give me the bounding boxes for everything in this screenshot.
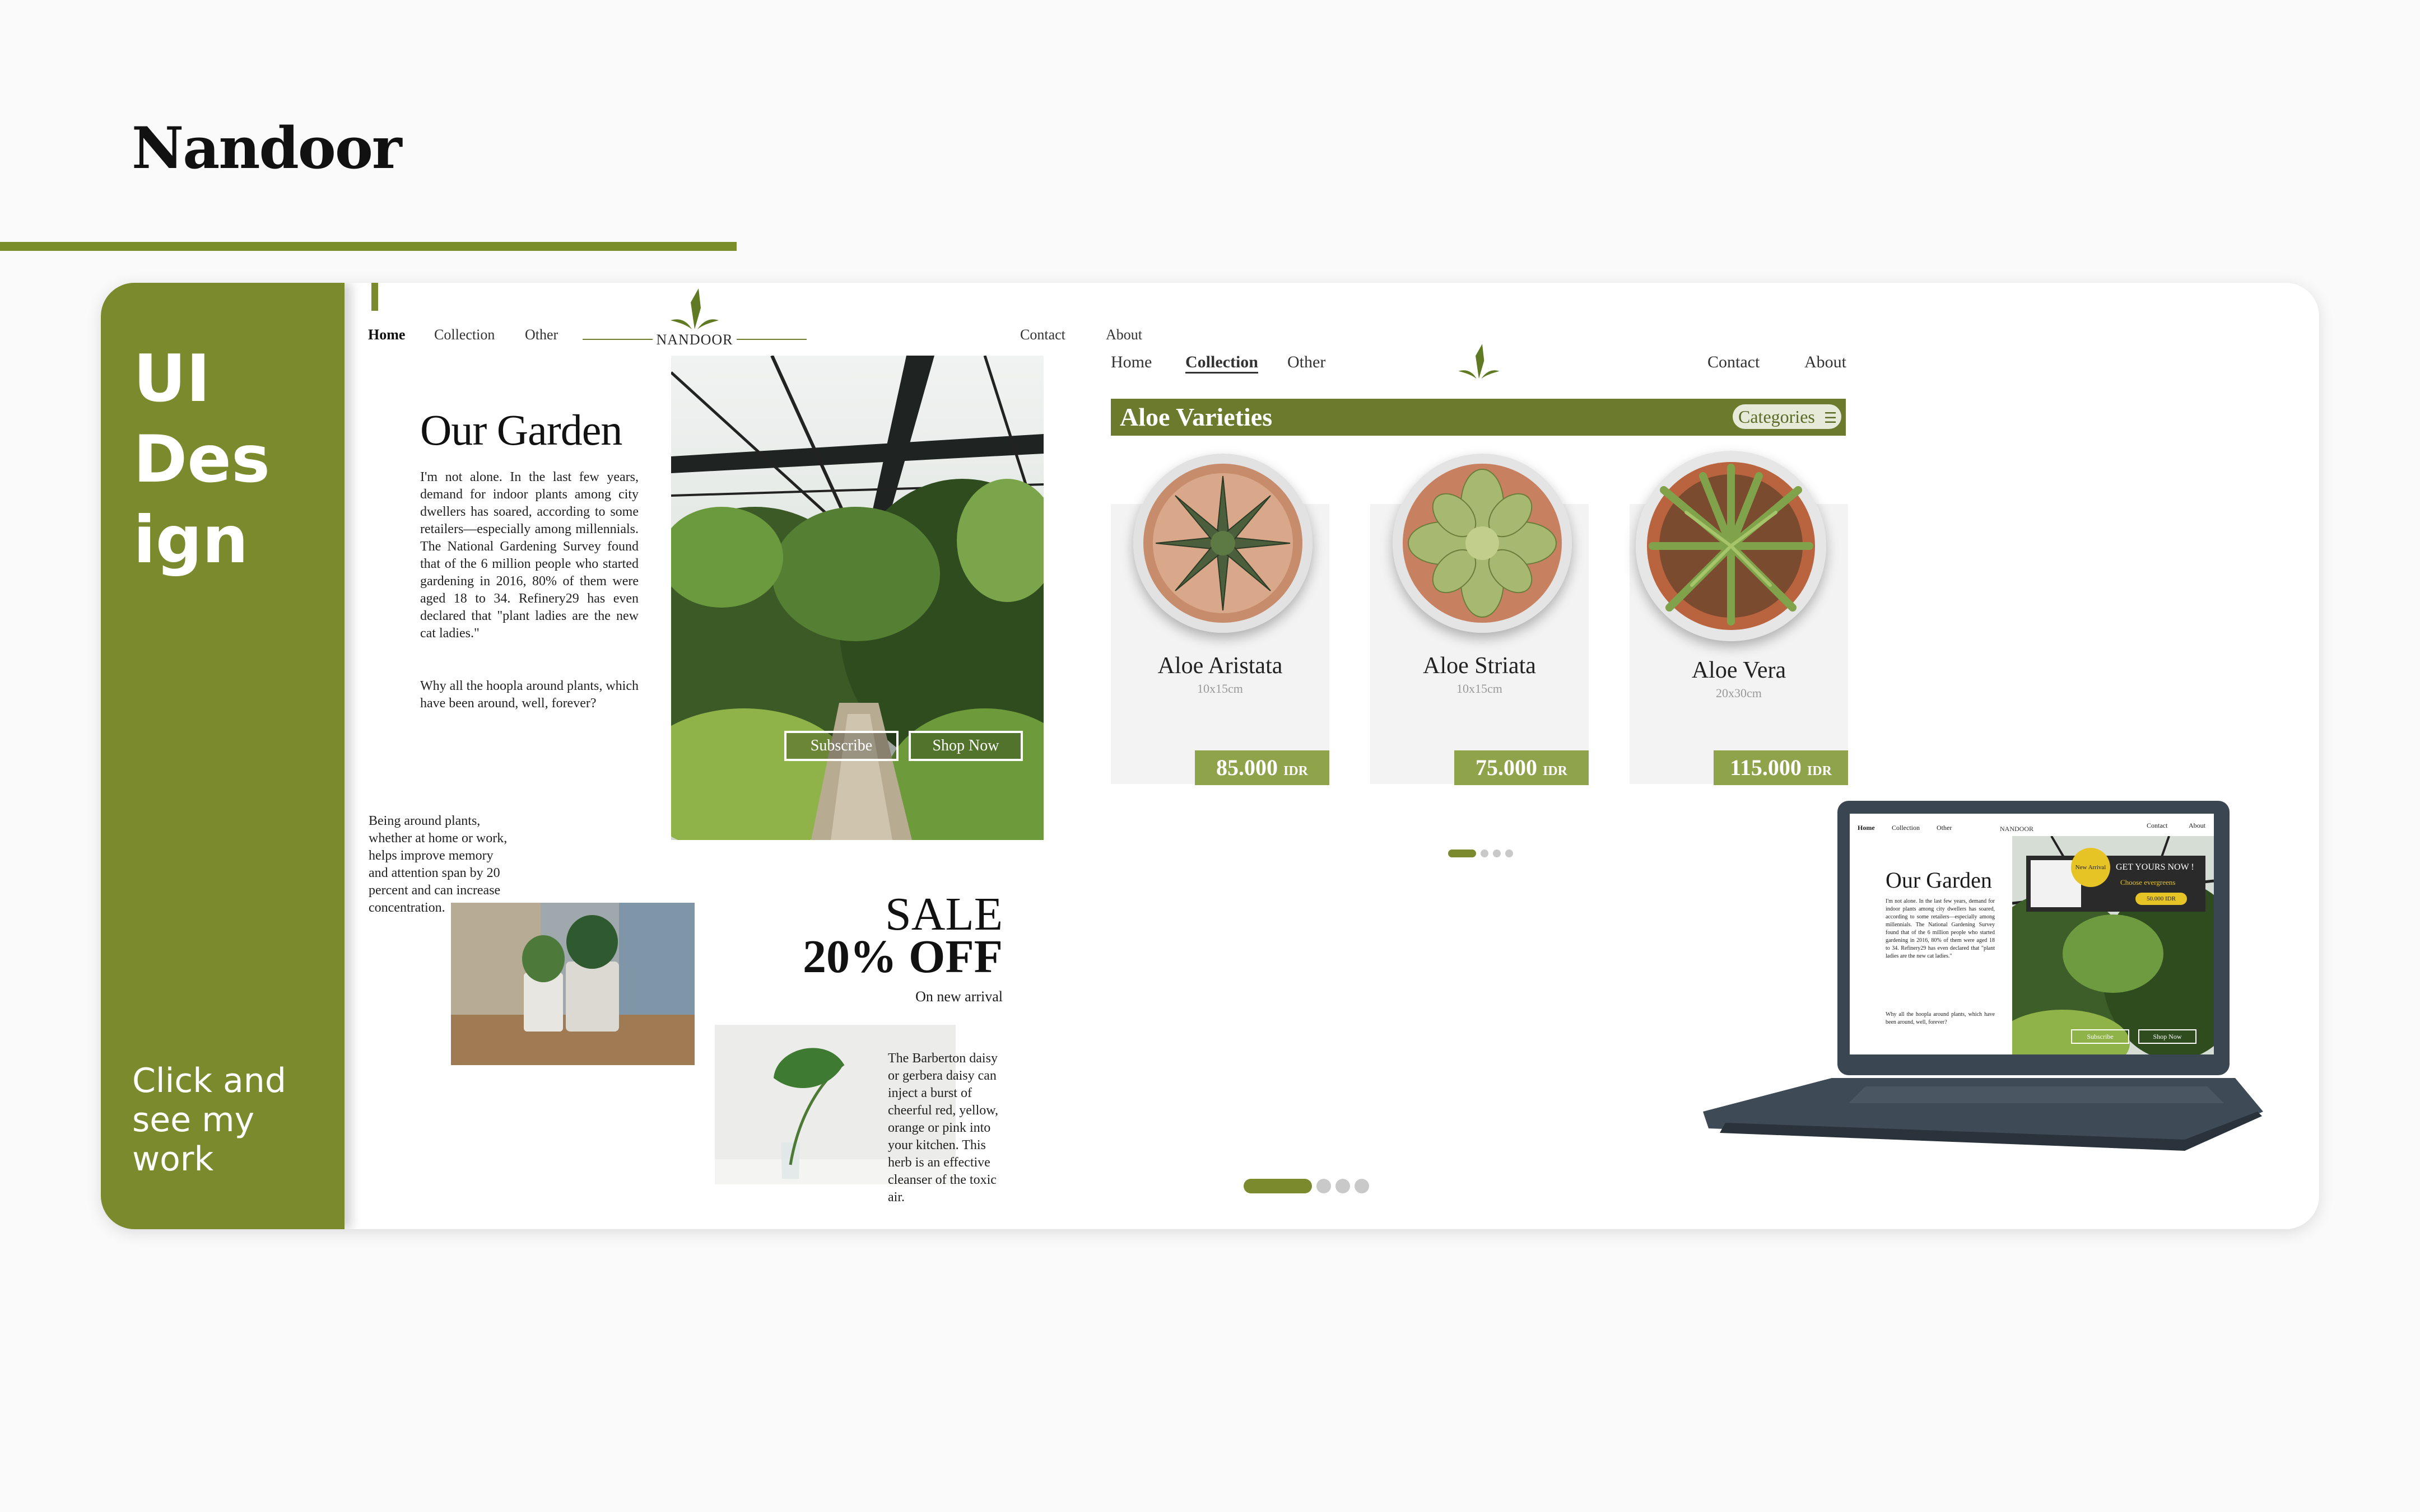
product-carousel-dots[interactable] — [1448, 848, 1518, 858]
nav-home[interactable]: Home — [368, 326, 405, 343]
sidebar-title: UI Des ign — [133, 341, 271, 578]
sale-line-1: SALE — [885, 888, 1003, 940]
shop-now-button[interactable]: Shop Now — [909, 731, 1023, 761]
collection-banner: Aloe Varieties Categories ☰ — [1111, 399, 1846, 436]
categories-button[interactable]: Categories ☰ — [1733, 404, 1841, 429]
price-currency: IDR — [1542, 764, 1567, 778]
mockup1-bookmark — [371, 283, 378, 311]
nav-collection[interactable]: Collection — [434, 326, 495, 343]
categories-label: Categories — [1738, 407, 1815, 427]
greenhouse-photo — [671, 356, 1044, 840]
product-name: Aloe Aristata — [1157, 653, 1283, 679]
aloe-vera-image — [1636, 451, 1826, 641]
promo-title: GET YOURS NOW ! — [2116, 862, 2194, 872]
product-price-button[interactable]: 75.000 IDR — [1454, 750, 1589, 785]
our-garden-title: Our Garden — [420, 405, 622, 454]
new-arrival-badge: New Arrival — [2071, 848, 2110, 887]
dot[interactable] — [1335, 1179, 1350, 1193]
nav2-about[interactable]: About — [1804, 353, 1846, 372]
price-value: 75.000 — [1475, 755, 1537, 780]
subscribe-button[interactable]: Subscribe — [784, 731, 899, 761]
dot[interactable] — [1505, 850, 1513, 858]
menu-icon: ☰ — [1823, 410, 1837, 426]
price-currency: IDR — [1283, 764, 1308, 778]
laptop-nav-other[interactable]: Other — [1937, 824, 1952, 832]
nav-contact[interactable]: Contact — [1020, 326, 1065, 343]
laptop-shop-now-button[interactable]: Shop Now — [2138, 1029, 2196, 1044]
price-currency: IDR — [1807, 764, 1832, 778]
dot[interactable] — [1493, 850, 1501, 858]
hoopla-paragraph: Why all the hoopla around plants, which … — [420, 679, 639, 711]
dot[interactable] — [1316, 1179, 1331, 1193]
logo-text: NANDOOR — [653, 332, 737, 348]
sidebar: UI Des ign Click and see my work — [101, 283, 345, 1229]
nav2-contact[interactable]: Contact — [1707, 353, 1760, 372]
dot-active[interactable] — [1448, 850, 1476, 858]
plants-benefit-text: Being around plants, whether at home or … — [369, 814, 508, 915]
nav2-home[interactable]: Home — [1111, 353, 1152, 372]
price-value: 85.000 — [1216, 755, 1278, 780]
sale-headline: SALE 20% OFF — [767, 888, 1003, 983]
sale-subtitle: On new arrival — [915, 988, 1003, 1005]
laptop-paragraph: I'm not alone. In the last few years, de… — [1886, 898, 1995, 959]
slide-carousel-dots[interactable] — [1244, 1179, 1374, 1193]
portfolio-card[interactable]: UI Des ign Click and see my work Home Co… — [101, 283, 2319, 1229]
succulents-photo — [451, 903, 695, 1065]
product-name: Aloe Vera — [1691, 657, 1786, 683]
laptop-subscribe-button[interactable]: Subscribe — [2071, 1029, 2129, 1044]
aloe-aristata-image — [1133, 454, 1313, 633]
leaf-logo-icon-2[interactable] — [1456, 342, 1501, 380]
nav2-other[interactable]: Other — [1287, 353, 1325, 372]
product-size: 10x15cm — [1197, 682, 1243, 696]
product-name: Aloe Striata — [1423, 653, 1536, 679]
leaf-logo-icon[interactable] — [669, 286, 720, 330]
dot-active[interactable] — [1244, 1179, 1312, 1193]
intro-paragraph: I'm not alone. In the last few years, de… — [420, 470, 639, 641]
dot[interactable] — [1481, 850, 1488, 858]
nav-other[interactable]: Other — [525, 326, 558, 343]
promo-price-button[interactable]: 50.000 IDR — [2135, 893, 2187, 905]
laptop-nav-contact[interactable]: Contact — [2147, 822, 2167, 830]
banner-title: Aloe Varieties — [1120, 403, 1273, 431]
title-underline — [0, 242, 737, 251]
page-title: Nandoor — [132, 115, 402, 182]
price-value: 115.000 — [1730, 755, 1802, 780]
product-price-button[interactable]: 85.000 IDR — [1195, 750, 1329, 785]
aloe-striata-image — [1393, 454, 1572, 633]
product-size: 10x15cm — [1456, 682, 1502, 696]
laptop-nav-about[interactable]: About — [2189, 822, 2205, 830]
laptop-paragraph-2: Why all the hoopla around plants, which … — [1886, 1011, 1995, 1025]
laptop-screen: Home Collection Other NANDOOR Contact Ab… — [1850, 814, 2214, 1054]
laptop-nav-collection[interactable]: Collection — [1892, 824, 1920, 832]
daisy-text: The Barberton daisy or gerbera daisy can… — [888, 1051, 999, 1205]
mockup1-nav: Home Collection Other Contact About — [368, 326, 1152, 349]
sale-line-2: 20% OFF — [803, 931, 1003, 983]
dot[interactable] — [1355, 1179, 1369, 1193]
click-see-work-link[interactable]: Click and see my work — [132, 1061, 334, 1179]
nav-about[interactable]: About — [1106, 326, 1142, 343]
laptop-title: Our Garden — [1886, 867, 1992, 893]
laptop-nav-home[interactable]: Home — [1858, 824, 1875, 832]
nav2-collection[interactable]: Collection — [1185, 353, 1258, 374]
laptop-logo: NANDOOR — [2000, 825, 2033, 833]
promo-banner[interactable]: New Arrival GET YOURS NOW ! Choose everg… — [2026, 848, 2205, 912]
product-size: 20x30cm — [1716, 686, 1762, 700]
promo-subtitle: Choose evergreens — [2120, 878, 2176, 886]
product-price-button[interactable]: 115.000 IDR — [1714, 750, 1848, 785]
